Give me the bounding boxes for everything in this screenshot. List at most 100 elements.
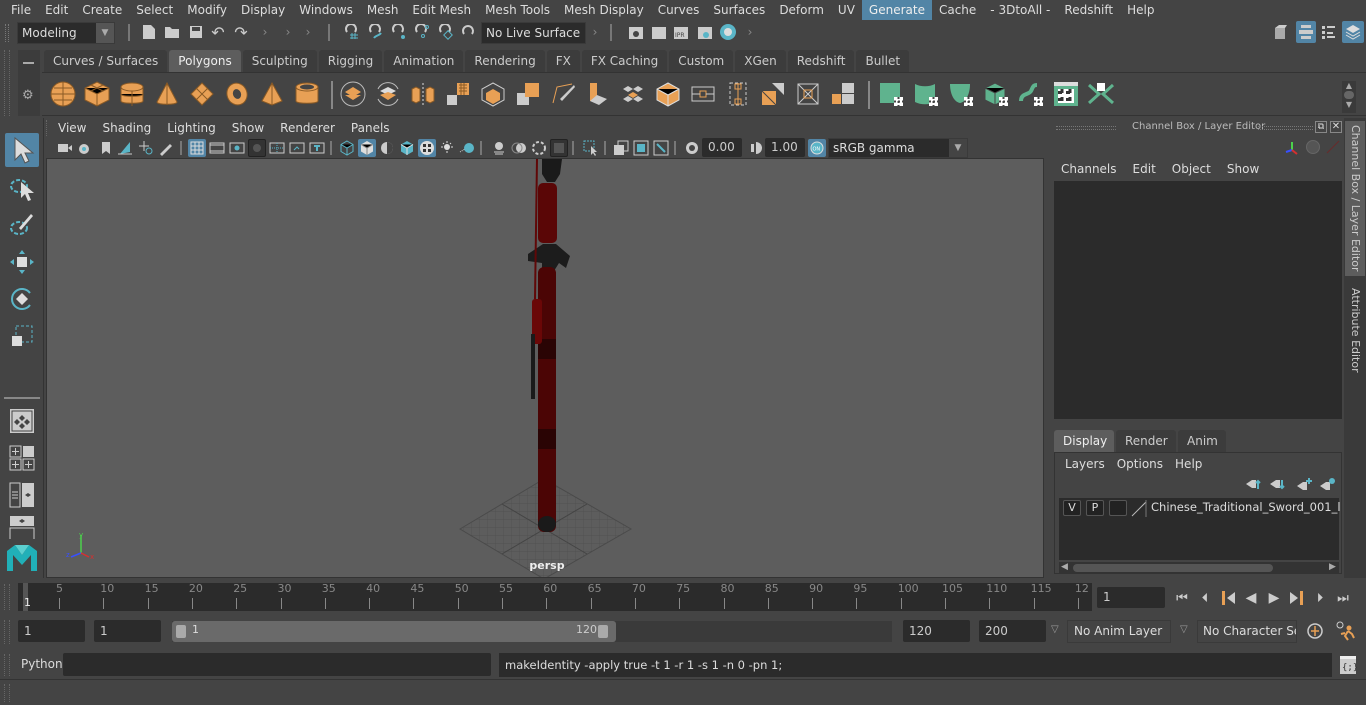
close-panel-icon[interactable]: ✕ — [1330, 121, 1342, 133]
color-space-dropdown[interactable]: sRGB gamma ▼ — [828, 138, 968, 158]
scale-tool[interactable] — [5, 319, 39, 353]
uv-editor-icon[interactable] — [1051, 79, 1081, 109]
drag-handle[interactable] — [5, 24, 9, 42]
menu-3dtoall[interactable]: - 3DtoAll - — [983, 0, 1057, 20]
redo-icon[interactable]: ↷ — [232, 23, 250, 42]
shelf-tab-custom[interactable]: Custom — [669, 50, 734, 72]
fill-hole-icon[interactable] — [828, 79, 858, 109]
ipr-render-icon[interactable]: IPR — [672, 23, 690, 41]
gamma-icon[interactable] — [746, 139, 764, 157]
playback-start-field[interactable]: 1 — [94, 620, 161, 642]
reduce-icon[interactable] — [478, 79, 508, 109]
xray-active-components-icon[interactable] — [652, 139, 670, 157]
live-surface-field[interactable]: No Live Surface — [481, 22, 586, 44]
float-panel-icon[interactable]: ⧉ — [1315, 121, 1327, 133]
make-live-icon[interactable] — [460, 23, 478, 41]
layer-name[interactable]: Chinese_Traditional_Sword_001_layer — [1151, 500, 1341, 514]
outliner-persp-layout-button[interactable] — [5, 478, 39, 512]
hypershade-icon[interactable] — [719, 23, 737, 41]
single-perspective-layout-button[interactable] — [5, 404, 39, 438]
menu-deform[interactable]: Deform — [772, 0, 831, 20]
go-to-end-icon[interactable]: ⏭ — [1334, 591, 1352, 606]
collapse-arrow-icon[interactable]: › — [283, 23, 293, 41]
menu-display[interactable]: Display — [234, 0, 292, 20]
snap-point-icon[interactable] — [390, 23, 408, 41]
menu-mesh-tools[interactable]: Mesh Tools — [478, 0, 557, 20]
cut-sew-uv-icon[interactable] — [1086, 79, 1116, 109]
manipulator-axis-icon[interactable] — [1284, 140, 1300, 156]
anim-layer-chevron-icon[interactable]: ▽ — [1051, 624, 1059, 635]
menu-redshift[interactable]: Redshift — [1057, 0, 1120, 20]
shelf-scroll[interactable]: ▲ ▼ — [1342, 81, 1356, 113]
layer-playback-toggle[interactable]: P — [1086, 500, 1104, 516]
poly-plane-icon[interactable] — [187, 79, 217, 109]
safe-action-icon[interactable] — [288, 139, 306, 157]
multi-cut-icon[interactable] — [548, 79, 578, 109]
render-view-icon[interactable] — [627, 23, 645, 41]
panel-menu-renderer[interactable]: Renderer — [272, 118, 343, 138]
channelbox-menu-channels[interactable]: Channels — [1053, 160, 1125, 178]
safe-title-icon[interactable] — [308, 139, 326, 157]
automatic-mapping-icon[interactable] — [981, 79, 1011, 109]
default-material-icon[interactable] — [378, 139, 396, 157]
bridge-icon[interactable] — [618, 79, 648, 109]
insert-edge-loop-icon[interactable] — [688, 79, 718, 109]
exposure-icon[interactable] — [683, 139, 701, 157]
extrude-icon[interactable] — [583, 79, 613, 109]
xray-icon[interactable] — [612, 139, 630, 157]
step-forward-key-icon[interactable] — [1288, 590, 1306, 606]
drag-handle[interactable] — [4, 50, 10, 116]
snap-grid-icon[interactable] — [343, 23, 361, 41]
poly-pipe-icon[interactable] — [292, 79, 322, 109]
menu-mesh[interactable]: Mesh — [360, 0, 406, 20]
textured-icon[interactable] — [418, 139, 436, 157]
layer-menu-help[interactable]: Help — [1169, 455, 1208, 473]
shadows-icon[interactable] — [458, 139, 476, 157]
spherical-mapping-icon[interactable] — [946, 79, 976, 109]
snap-curve-icon[interactable] — [367, 23, 385, 41]
menu-help[interactable]: Help — [1120, 0, 1161, 20]
mode-dropdown[interactable]: Modeling ▼ — [17, 22, 115, 44]
motion-blur-icon[interactable] — [510, 139, 528, 157]
layer-horizontal-scrollbar[interactable]: ◀ ▶ — [1059, 562, 1339, 574]
channelbox-menu-edit[interactable]: Edit — [1125, 160, 1164, 178]
character-set-dropdown[interactable]: No Character Set — [1197, 620, 1297, 643]
shelf-tab-polygons[interactable]: Polygons — [169, 50, 241, 72]
shelf-tab-xgen[interactable]: XGen — [735, 50, 786, 72]
menu-windows[interactable]: Windows — [292, 0, 360, 20]
shelf-tab-redshift[interactable]: Redshift — [787, 50, 855, 72]
camera-attributes-icon[interactable] — [77, 139, 95, 157]
collapse-arrow-icon[interactable]: › — [303, 23, 313, 41]
tool-settings-toggle-icon[interactable] — [1320, 23, 1338, 41]
open-scene-icon[interactable] — [163, 23, 181, 41]
layer-row[interactable]: V P Chinese_Traditional_Sword_001_layer — [1059, 498, 1341, 518]
panel-menu-lighting[interactable]: Lighting — [159, 118, 224, 138]
wireframe-icon[interactable] — [338, 139, 356, 157]
poly-cube-icon[interactable] — [82, 79, 112, 109]
xray-joints-icon[interactable] — [632, 139, 650, 157]
2d-pan-zoom-icon[interactable] — [137, 139, 155, 157]
smooth-shade-icon[interactable] — [358, 139, 376, 157]
layer-menu-layers[interactable]: Layers — [1059, 455, 1111, 473]
menu-select[interactable]: Select — [129, 0, 180, 20]
use-all-lights-icon[interactable] — [438, 139, 456, 157]
scroll-left-icon[interactable]: ◀ — [1061, 562, 1068, 572]
layer-menu-options[interactable]: Options — [1111, 455, 1169, 473]
menu-generate[interactable]: Generate — [861, 0, 932, 20]
range-start-handle[interactable] — [176, 625, 186, 638]
shelf-tab-curves-surfaces[interactable]: Curves / Surfaces — [44, 50, 168, 72]
exposure-field[interactable]: 0.00 — [702, 138, 742, 157]
auto-key-icon[interactable] — [1306, 622, 1324, 640]
command-input[interactable] — [63, 653, 491, 676]
channel-list[interactable] — [1054, 181, 1342, 419]
scroll-down-icon[interactable]: ▼ — [1342, 100, 1356, 109]
script-editor-icon[interactable]: {;} — [1339, 655, 1358, 675]
gate-mask-icon[interactable] — [248, 139, 266, 157]
menu-surfaces[interactable]: Surfaces — [706, 0, 772, 20]
layer-visibility-toggle[interactable]: V — [1063, 500, 1081, 516]
shelf-tab-fx[interactable]: FX — [546, 50, 580, 72]
layer-tab-anim[interactable]: Anim — [1178, 430, 1226, 452]
layer-tab-display[interactable]: Display — [1054, 430, 1114, 452]
shelf-tab-fx-caching[interactable]: FX Caching — [581, 50, 668, 72]
depth-of-field-icon[interactable] — [550, 139, 568, 157]
